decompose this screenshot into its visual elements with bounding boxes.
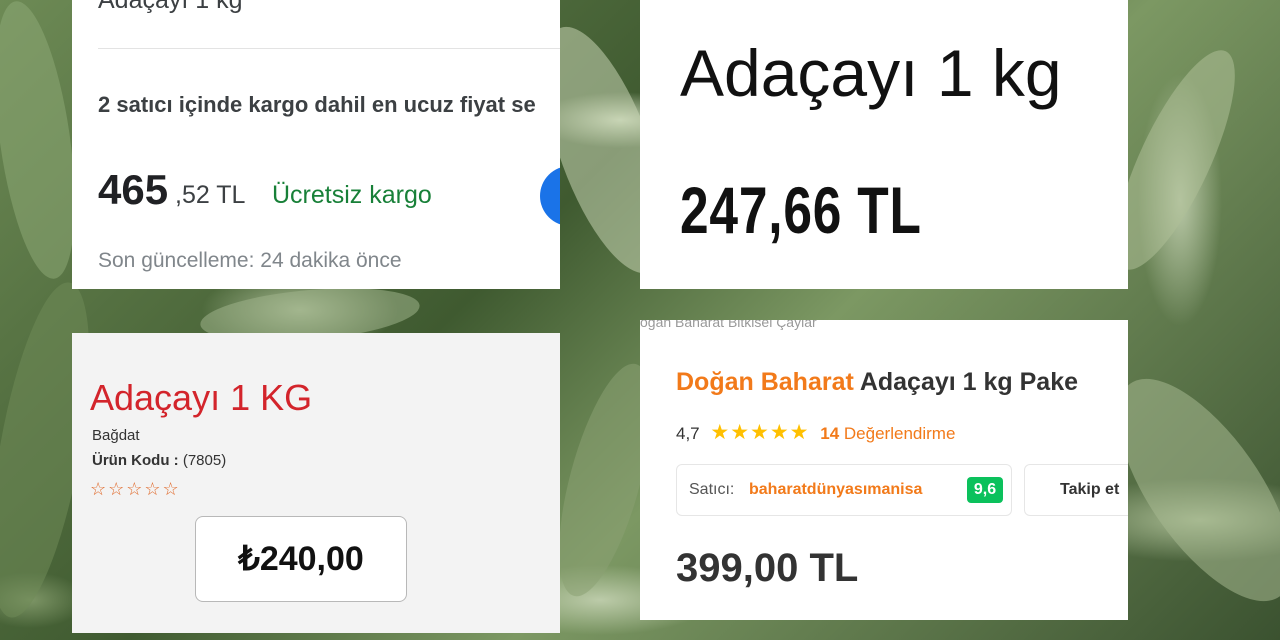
follow-button[interactable]: Takip et xyxy=(1024,464,1128,516)
review-count[interactable]: 14 xyxy=(820,424,839,443)
seller-label: Satıcı: xyxy=(689,481,735,498)
seller-box: Satıcı: baharatdünyasımanisa 9,6 xyxy=(676,464,1012,516)
brand-name: Bağdat xyxy=(92,427,140,444)
product-price: 247,66 TL xyxy=(680,173,922,247)
rating-value: 4,7 xyxy=(676,424,700,443)
action-button[interactable] xyxy=(540,166,560,226)
product-price: ₺240,00 xyxy=(238,540,364,578)
price-integer: 465 xyxy=(98,166,169,213)
price-decimal: ,52 TL xyxy=(175,181,246,209)
compare-text: 2 satıcı içinde kargo dahil en ucuz fiya… xyxy=(98,92,536,117)
product-title[interactable]: Adaçayı 1 KG xyxy=(90,377,312,419)
price-box: ₺240,00 xyxy=(195,516,407,602)
seller-score-badge: 9,6 xyxy=(967,477,1003,503)
rating-stars-empty[interactable]: ☆☆☆☆☆ xyxy=(90,479,181,500)
product-title: Adaçayı 1 kg xyxy=(98,0,243,14)
divider xyxy=(98,48,560,49)
reviews-link[interactable]: Değerlendirme xyxy=(844,424,956,443)
rating-row: 4,7 ★★★★★ 14 Değerlendirme xyxy=(676,420,955,445)
rating-stars: ★★★★★ xyxy=(710,421,810,444)
product-code-row: Ürün Kodu : (7805) xyxy=(92,452,226,469)
brand-link[interactable]: Doğan Baharat xyxy=(676,368,854,396)
product-title: Doğan Baharat Adaçayı 1 kg Pake xyxy=(676,368,1078,397)
product-code-label: Ürün Kodu : xyxy=(92,452,179,469)
follow-label: Takip et xyxy=(1060,481,1120,498)
breadcrumb[interactable]: oğan Baharat Bitkisel Çaylar xyxy=(640,320,817,330)
price-panel-large: Adaçayı 1 kg 247,66 TL xyxy=(640,0,1128,289)
product-title: Adaçayı 1 kg xyxy=(680,36,1062,110)
product-name: Adaçayı 1 kg Pake xyxy=(853,368,1079,396)
last-updated-text: Son güncelleme: 24 dakika önce xyxy=(98,249,402,272)
price-panel-marketplace: oğan Baharat Bitkisel Çaylar Doğan Bahar… xyxy=(640,320,1128,620)
seller-name-link[interactable]: baharatdünyasımanisa xyxy=(749,481,922,499)
free-shipping-label: Ücretsiz kargo xyxy=(272,181,432,209)
product-code-value: (7805) xyxy=(182,452,227,469)
product-price: 399,00 TL xyxy=(676,546,859,590)
price-panel-shop-card: Adaçayı 1 KG Bağdat Ürün Kodu : (7805) ☆… xyxy=(72,333,560,633)
price-panel-google-shopping: Adaçayı 1 kg 2 satıcı içinde kargo dahil… xyxy=(72,0,560,289)
